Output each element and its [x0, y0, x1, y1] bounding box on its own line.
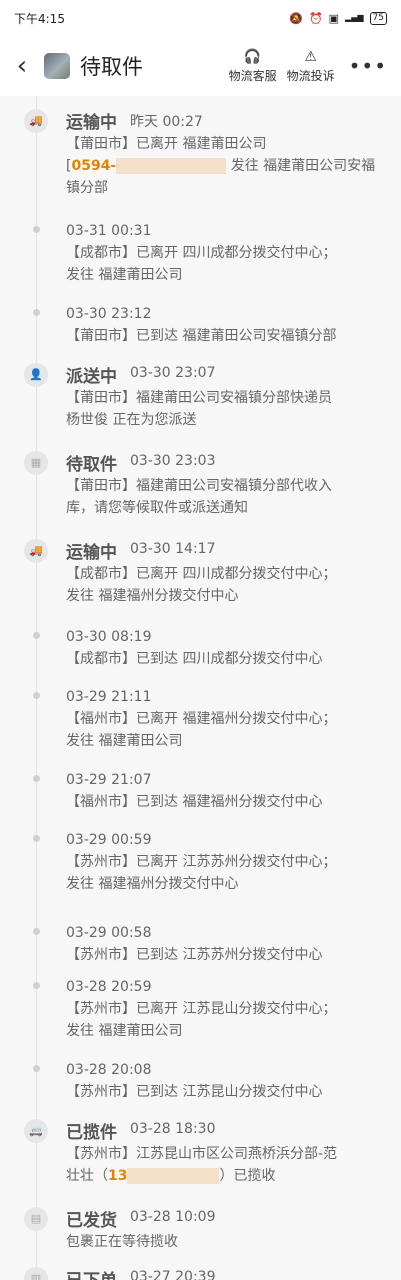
entry-desc: 包裹正在等待揽收 — [66, 1234, 178, 1250]
logistics-service-button[interactable]: 🎧 物流客服 — [229, 49, 277, 84]
entry-desc: 发往 福建莆田公司 — [66, 733, 183, 749]
page-title: 待取件 — [80, 55, 143, 79]
storage-icon: ▦ — [24, 451, 48, 475]
entry-desc: 杨世俊 正在为您派送 — [66, 412, 197, 428]
timeline-dot — [33, 226, 40, 233]
package-thumbnail — [44, 53, 70, 79]
status-icons: 🔕 ⏰ ▣ ▂▄▆ 75 — [289, 11, 387, 25]
entry-desc: 【苏州市】已离开 江苏苏州分拨交付中心； — [66, 854, 337, 870]
shipped-box-icon: ▤ — [24, 1207, 48, 1231]
courier-icon: 👤 — [24, 363, 48, 387]
entry-time: 03-28 20:59 — [66, 979, 152, 995]
entry-time: 03-28 18:30 — [130, 1121, 216, 1137]
entry-desc: 【莆田市】已到达 福建莆田公司安福镇分部 — [66, 328, 337, 344]
entry-status: 已发货 — [66, 1211, 117, 1231]
collector-phone-link[interactable]: 13 — [108, 1168, 127, 1184]
entry-time: 03-30 14:17 — [130, 541, 216, 557]
hd-icon: ▣ — [328, 11, 340, 25]
app-header: ‹ 待取件 🎧 物流客服 ⚠ 物流投诉 ••• — [0, 36, 401, 96]
entry-desc: 发往 福建福州分拨交付中心 — [66, 588, 239, 604]
entry-desc: 【苏州市】已到达 江苏苏州分拨交付中心 — [66, 947, 323, 963]
entry-status: 派送中 — [66, 367, 117, 387]
logistics-complaint-button[interactable]: ⚠ 物流投诉 — [287, 49, 335, 84]
status-bar: 下午4:15 🔕 ⏰ ▣ ▂▄▆ 75 — [0, 0, 401, 36]
logistics-service-label: 物流客服 — [228, 68, 277, 83]
logistics-complaint-label: 物流投诉 — [286, 68, 335, 83]
timeline-dot — [33, 309, 40, 316]
entry-desc: 发往 福建福州分拨交付中心 — [66, 876, 239, 892]
entry-time: 03-31 00:31 — [66, 223, 152, 239]
entry-desc: 【莆田市】福建莆田公司安福镇分部快递员 — [66, 390, 332, 406]
entry-time: 03-30 23:07 — [130, 365, 216, 381]
courier-phone-link[interactable]: 0594- — [71, 158, 116, 174]
entry-time: 03-29 21:07 — [66, 772, 152, 788]
redacted-phone — [116, 158, 227, 174]
entry-desc: 【苏州市】已离开 江苏昆山分拨交付中心； — [66, 1001, 337, 1017]
entry-desc: 库，请您等候取件或派送通知 — [66, 500, 248, 516]
entry-desc: 【成都市】已离开 四川成都分拨交付中心； — [66, 245, 337, 261]
truck-icon: 🚚 — [24, 109, 48, 133]
entry-desc: 【成都市】已到达 四川成都分拨交付中心 — [66, 651, 323, 667]
entry-desc: 【莆田市】福建莆田公司安福镇分部代收入 — [66, 478, 332, 494]
entry-desc: 【苏州市】江苏昆山市区公司燕桥浜分部-范 — [66, 1146, 338, 1162]
entry-desc-phone-line: 壮壮（13 ）已揽收 — [66, 1168, 276, 1184]
timeline-dot — [33, 982, 40, 989]
entry-status: 已下单 — [66, 1266, 117, 1280]
entry-time: 03-30 08:19 — [66, 629, 152, 645]
mute-icon: 🔕 — [289, 11, 303, 25]
truck-icon: 🚚 — [24, 539, 48, 563]
entry-status: 运输中 — [66, 543, 117, 563]
entry-status: 已揽件 — [66, 1123, 117, 1143]
entry-time: 03-29 21:11 — [66, 689, 152, 705]
entry-desc: 镇分部 — [66, 180, 108, 196]
entry-status: 待取件 — [66, 455, 117, 475]
timeline-dot — [33, 835, 40, 842]
timeline-line — [36, 96, 37, 1280]
redacted-phone — [127, 1168, 220, 1184]
entry-time: 03-29 00:59 — [66, 832, 152, 848]
signal-icon: ▂▄▆ — [345, 13, 364, 22]
timeline-dot — [33, 928, 40, 935]
entry-desc: 【莆田市】已离开 福建莆田公司 — [66, 136, 267, 152]
entry-time: 03-28 10:09 — [130, 1209, 216, 1225]
entry-desc: 【苏州市】已到达 江苏昆山分拨交付中心 — [66, 1084, 323, 1100]
entry-time: 03-30 23:12 — [66, 306, 152, 322]
tracking-timeline: 🚚 运输中 昨天 00:27 【莆田市】已离开 福建莆田公司 [0594- 发往… — [0, 96, 401, 1280]
entry-time: 03-29 00:58 — [66, 925, 152, 941]
entry-time: 03-28 20:08 — [66, 1062, 152, 1078]
order-icon: ▥ — [24, 1267, 48, 1280]
entry-time: 03-27 20:39 — [130, 1269, 216, 1280]
timeline-dot — [33, 775, 40, 782]
entry-desc: 【成都市】已离开 四川成都分拨交付中心； — [66, 566, 337, 582]
back-button[interactable]: ‹ — [0, 51, 44, 81]
pickup-van-icon: 🚐 — [24, 1119, 48, 1143]
entry-desc: 【福州市】已离开 福建福州分拨交付中心； — [66, 711, 337, 727]
headset-icon: 🎧 — [243, 48, 262, 65]
warning-icon: ⚠ — [304, 48, 317, 65]
entry-desc: 【福州市】已到达 福建福州分拨交付中心 — [66, 794, 323, 810]
entry-desc: 发往 福建莆田公司 — [66, 267, 183, 283]
entry-desc: 发往 福建莆田公司 — [66, 1023, 183, 1039]
battery-icon: 75 — [369, 11, 387, 25]
more-button[interactable]: ••• — [349, 54, 387, 78]
entry-time: 03-30 23:03 — [130, 453, 216, 469]
entry-desc-phone-line: [0594- 发往 福建莆田公司安福 — [66, 158, 376, 174]
timeline-dot — [33, 632, 40, 639]
entry-status: 运输中 — [66, 113, 117, 133]
alarm-icon: ⏰ — [308, 11, 323, 25]
entry-time: 昨天 00:27 — [130, 114, 203, 130]
timeline-dot — [33, 692, 40, 699]
timeline-dot — [33, 1065, 40, 1072]
clock: 下午4:15 — [14, 11, 65, 26]
